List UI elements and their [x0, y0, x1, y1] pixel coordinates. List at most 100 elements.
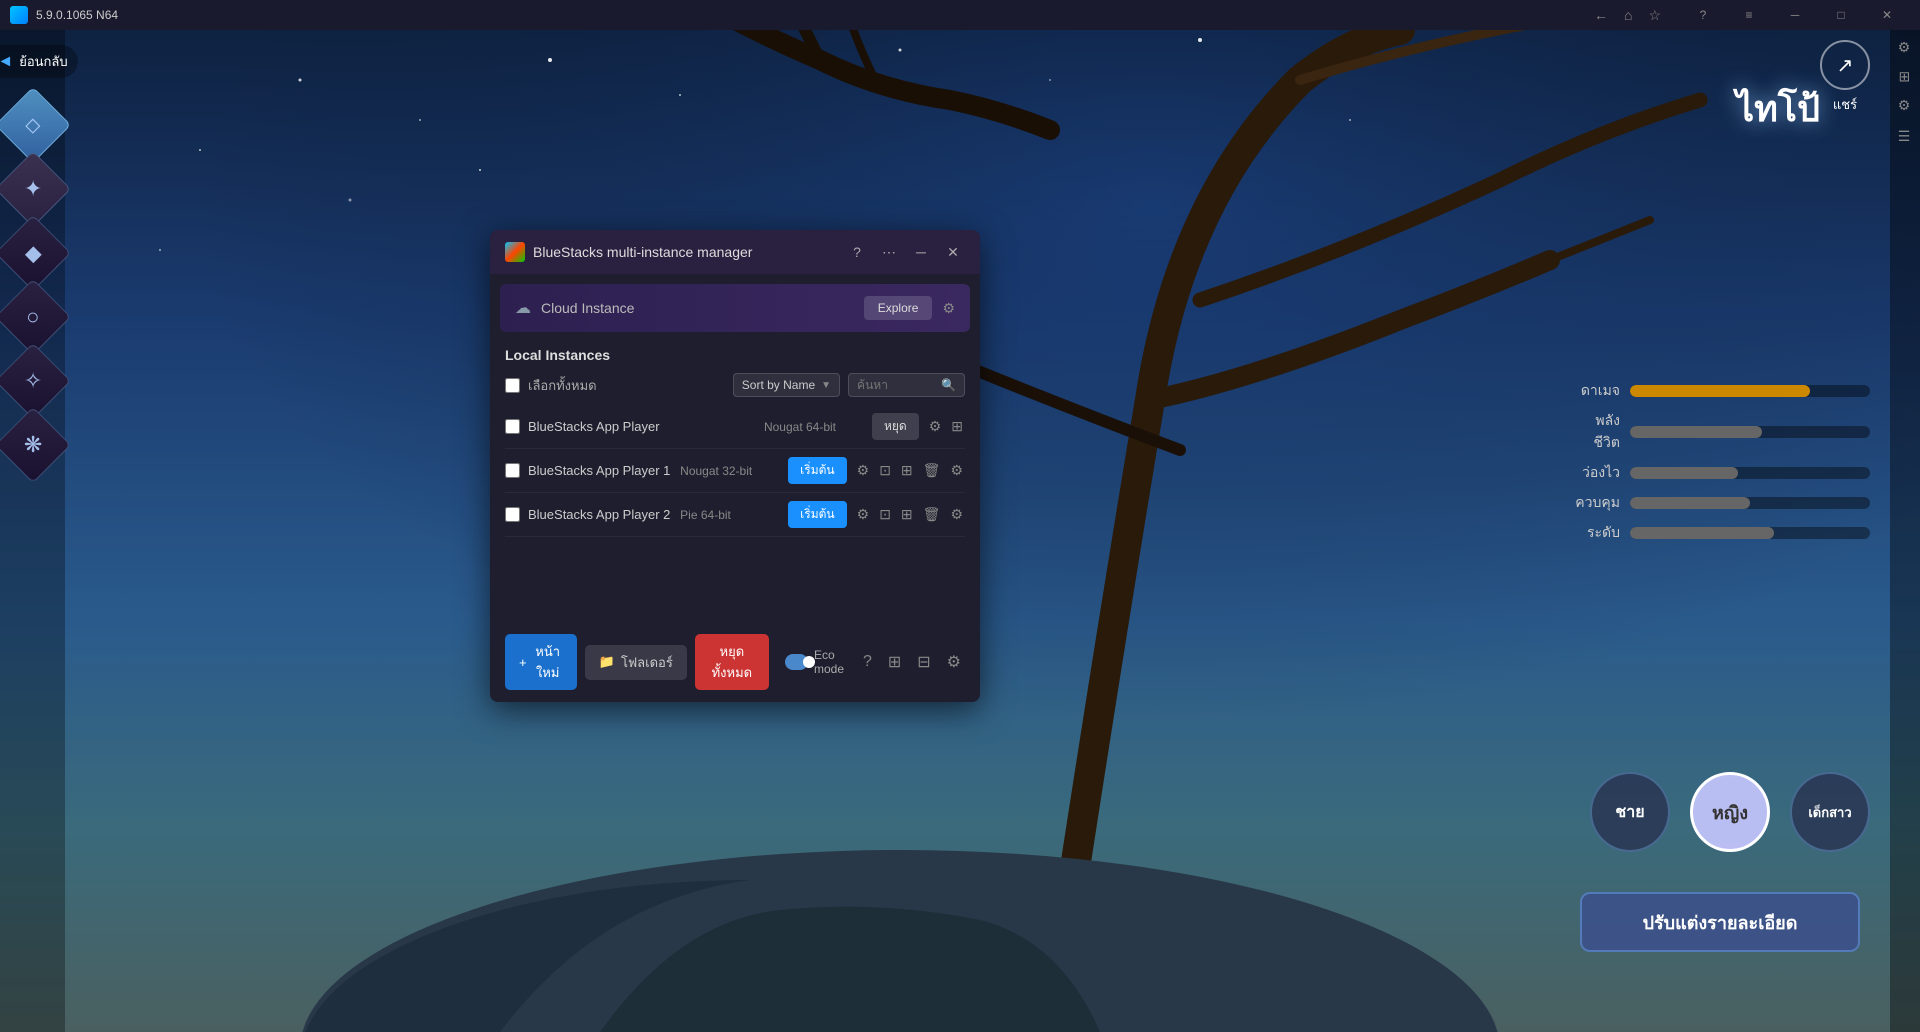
instance-checkbox-0[interactable]	[505, 419, 520, 434]
menu-btn[interactable]: ≡	[1726, 0, 1772, 30]
instance-actions-1: ⚙ ⊡ ⊞ 🗑 ⚙	[855, 460, 965, 481]
maximize-btn[interactable]: □	[1818, 0, 1864, 30]
instance-row-2: BlueStacks App Player 2 Pie 64-bit เริ่ม…	[505, 493, 965, 537]
footer-settings-icon[interactable]: ⚙	[943, 648, 965, 676]
skill-6-symbol: ❋	[23, 432, 41, 458]
minimize-btn[interactable]: ─	[1772, 0, 1818, 30]
stat-label-speed: ว่องไว	[1570, 462, 1620, 484]
new-instance-icon: +	[519, 655, 527, 670]
dialog-minimize-btn[interactable]: ─	[909, 240, 933, 264]
skill-icon-2[interactable]: ✦	[0, 151, 71, 227]
instance-more-btn-1[interactable]: ⚙	[948, 460, 965, 481]
stop-all-label: หยุดทั้งหมด	[709, 641, 755, 683]
eco-info-icon[interactable]: ?	[859, 649, 876, 675]
instance-start-btn-1[interactable]: เริ่มต้น	[788, 457, 846, 484]
male-label: ชาย	[1615, 800, 1644, 825]
stat-bar-fill-control	[1630, 497, 1750, 509]
eco-mode-area: Eco mode ?	[785, 648, 876, 676]
stat-label-level: ระดับ	[1570, 522, 1620, 544]
instance-resize-btn-2[interactable]: ⊡	[877, 504, 893, 525]
bluestacks-logo	[505, 242, 525, 262]
stat-bar-fill-level	[1630, 527, 1774, 539]
dialog-close-btn[interactable]: ✕	[941, 240, 965, 264]
right-sidebar-btn-3[interactable]: ⚙	[1897, 98, 1913, 114]
skill-icon-4[interactable]: ○	[0, 279, 71, 355]
select-all-checkbox[interactable]	[505, 378, 520, 393]
close-btn[interactable]: ✕	[1864, 0, 1910, 30]
right-sidebar-btn-2[interactable]: ⊞	[1897, 71, 1913, 83]
skill-2-symbol: ✦	[23, 176, 41, 202]
folder-label: โฟลเดอร์	[621, 652, 673, 673]
nav-bookmark-btn[interactable]: ☆	[1644, 5, 1665, 26]
stat-row-level: ระดับ	[1570, 522, 1870, 544]
instance-name-1: BlueStacks App Player 1	[528, 463, 672, 478]
right-sidebar-btn-1[interactable]: ⚙	[1897, 40, 1913, 56]
dialog-empty-space	[490, 542, 980, 622]
instance-checkbox-2[interactable]	[505, 507, 520, 522]
instance-settings-btn-1[interactable]: ⚙	[855, 460, 872, 481]
share-label: แชร์	[1833, 94, 1857, 115]
go-text: ไทโป้	[1736, 80, 1820, 137]
instance-stop-btn-0[interactable]: หยุด	[872, 413, 919, 440]
female-btn[interactable]: หญิง	[1690, 772, 1770, 852]
share-icon: ↗	[1820, 40, 1870, 90]
eco-mode-toggle[interactable]	[785, 654, 808, 670]
multi-instance-dialog: BlueStacks multi-instance manager ? ⋯ ─ …	[490, 230, 980, 702]
help-btn[interactable]: ?	[1680, 0, 1726, 30]
dialog-footer: + หน้าใหม่ 📁 โฟลเดอร์ หยุดทั้งหมด Eco mo…	[490, 622, 980, 702]
instance-settings-btn-2[interactable]: ⚙	[855, 504, 872, 525]
eco-label: Eco mode	[814, 648, 853, 676]
skill-3-symbol: ◆	[24, 240, 41, 266]
cloud-label: Cloud Instance	[541, 300, 854, 316]
stop-all-btn[interactable]: หยุดทั้งหมด	[695, 634, 769, 690]
instance-checkbox-1[interactable]	[505, 463, 520, 478]
stat-row-speed: ว่องไว	[1570, 462, 1870, 484]
cloud-info-btn[interactable]: ⚙	[942, 300, 955, 317]
new-instance-btn[interactable]: + หน้าใหม่	[505, 634, 577, 690]
skill-icon-3[interactable]: ◆	[0, 215, 71, 291]
stat-bar-bg-speed	[1630, 467, 1870, 479]
search-input[interactable]	[857, 378, 937, 392]
instance-copy-btn-2[interactable]: ⊞	[899, 504, 915, 525]
nav-back-btn[interactable]: ←	[1590, 5, 1612, 26]
skill-icon-5[interactable]: ✧	[0, 343, 71, 419]
stat-bar-fill-damage	[1630, 385, 1810, 397]
cloud-explore-btn[interactable]: Explore	[864, 296, 933, 320]
gender-selector: ชาย หญิง เด็กสาว	[1590, 772, 1870, 852]
stat-label-control: ควบคุม	[1570, 492, 1620, 514]
instance-delete-btn-2[interactable]: 🗑	[921, 504, 943, 525]
grid-view-icon[interactable]: ⊞	[884, 648, 905, 676]
instance-resize-btn-1[interactable]: ⊡	[877, 460, 893, 481]
instance-os-0: Nougat 64-bit	[764, 420, 864, 434]
list-view-icon[interactable]: ⊟	[913, 648, 934, 676]
right-sidebar: ⚙ ⊞ ⚙ ☰	[1890, 30, 1920, 1032]
app-logo	[10, 6, 28, 24]
child-btn[interactable]: เด็กสาว	[1790, 772, 1870, 852]
dialog-titlebar: BlueStacks multi-instance manager ? ⋯ ─ …	[490, 230, 980, 274]
instance-start-btn-2[interactable]: เริ่มต้น	[788, 501, 846, 528]
instance-settings-btn-0[interactable]: ⚙	[927, 416, 944, 437]
back-label: ย้อนกลับ	[19, 51, 67, 72]
back-button[interactable]: ◄ ย้อนกลับ	[0, 45, 78, 78]
sort-dropdown[interactable]: Sort by Name ▼	[733, 373, 840, 397]
instance-copy-btn-1[interactable]: ⊞	[899, 460, 915, 481]
instance-delete-btn-1[interactable]: 🗑	[921, 460, 943, 481]
stat-row-control: ควบคุม	[1570, 492, 1870, 514]
instance-name-2: BlueStacks App Player 2	[528, 507, 672, 522]
instance-more-btn-2[interactable]: ⚙	[948, 504, 965, 525]
titlebar-nav: ← ⌂ ☆	[1590, 5, 1665, 26]
back-arrow-icon: ◄	[0, 53, 13, 71]
instance-actions-0: ⚙ ⊞	[927, 416, 965, 437]
share-button[interactable]: ↗ แชร์	[1820, 40, 1870, 115]
right-sidebar-btn-4[interactable]: ☰	[1897, 129, 1913, 145]
folder-btn[interactable]: 📁 โฟลเดอร์	[585, 645, 687, 680]
dialog-help-btn[interactable]: ?	[845, 240, 869, 264]
nav-home-btn[interactable]: ⌂	[1620, 5, 1636, 26]
male-btn[interactable]: ชาย	[1590, 772, 1670, 852]
select-all-label: เลือกทั้งหมด	[528, 375, 725, 396]
dialog-menu-btn[interactable]: ⋯	[877, 240, 901, 264]
skill-icon-1[interactable]: ⬦	[0, 87, 71, 163]
skill-icon-6[interactable]: ❋	[0, 407, 71, 483]
instance-clone-btn-0[interactable]: ⊞	[949, 416, 965, 437]
customize-button[interactable]: ปรับแต่งรายละเอียด	[1580, 892, 1860, 952]
